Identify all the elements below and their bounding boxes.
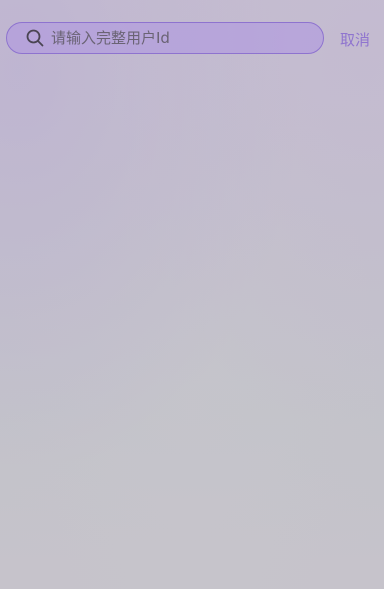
search-input[interactable]	[51, 23, 323, 53]
screen-background: 取消	[0, 0, 384, 589]
cancel-button[interactable]: 取消	[340, 30, 370, 50]
search-icon	[25, 28, 45, 48]
search-bar[interactable]	[6, 22, 324, 54]
